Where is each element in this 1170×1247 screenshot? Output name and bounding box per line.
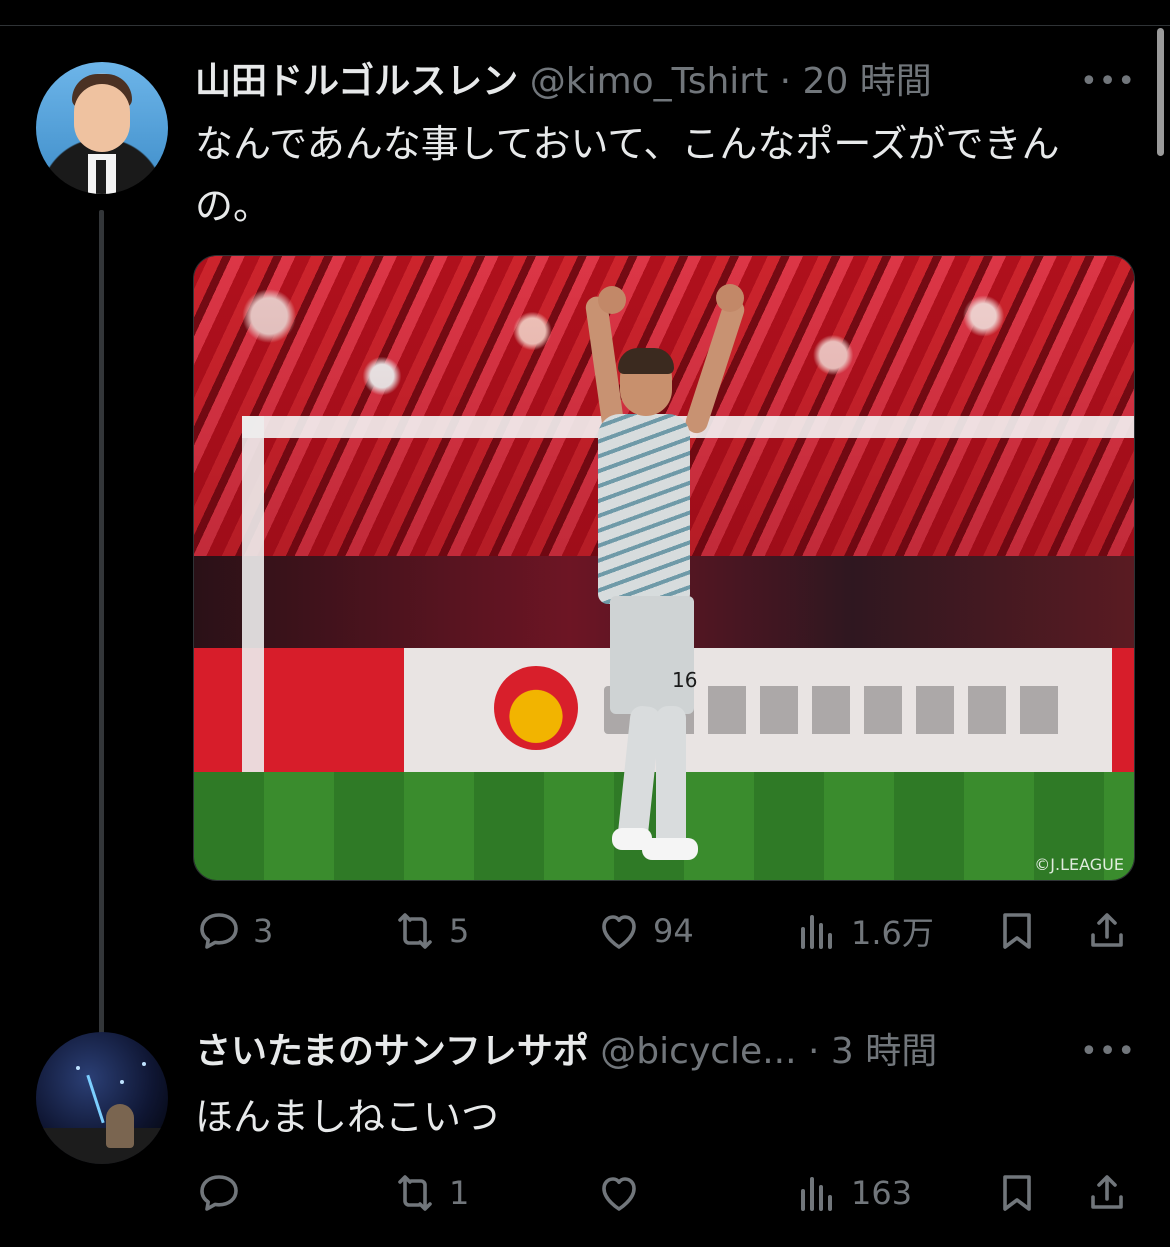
views-count: 1.6万 (851, 914, 934, 952)
avatar[interactable] (36, 62, 168, 194)
photo-goal-post (242, 416, 264, 776)
reply-button[interactable] (195, 1168, 253, 1218)
views-button[interactable]: 163 (793, 1168, 912, 1218)
display-name[interactable]: 山田ドルゴルスレン (195, 61, 518, 102)
player-leg-right (656, 706, 686, 856)
avatar[interactable] (36, 1032, 168, 1164)
tweet-photo[interactable]: 16 ©J.LEAGUE (193, 255, 1135, 881)
more-icon[interactable]: ••• (1080, 1036, 1135, 1068)
more-icon[interactable]: ••• (1080, 66, 1135, 98)
tweet-header: さいたまのサンフレサポ @bicycle... · 3 時間 (195, 1030, 937, 1074)
player-fist-left (598, 286, 626, 314)
bookmark-icon (1003, 1175, 1031, 1211)
timestamp[interactable]: · 3 時間 (808, 1031, 937, 1072)
avatar-person (106, 1104, 134, 1148)
photo-ad-red-left (194, 648, 404, 774)
handle[interactable]: @kimo_Tshirt (530, 61, 768, 102)
avatar-ground (36, 1128, 168, 1164)
player-torso (598, 414, 690, 604)
views-count: 163 (851, 1174, 913, 1212)
retweet-icon (398, 1175, 432, 1211)
reply-button[interactable]: 3 (195, 906, 273, 956)
reply-count: 3 (253, 912, 274, 950)
share-icon (1091, 1175, 1123, 1209)
like-button[interactable] (595, 1168, 653, 1218)
player-shoe-right (642, 838, 698, 860)
display-name[interactable]: さいたまのサンフレサポ (195, 1031, 589, 1072)
like-icon (602, 1177, 636, 1211)
player-fist-right (716, 284, 744, 312)
retweet-count: 1 (449, 1174, 470, 1212)
tweet-text: なんであんな事しておいて、こんなポーズができんの。 (195, 122, 1060, 228)
like-button[interactable]: 94 (595, 906, 694, 956)
views-icon (801, 1177, 832, 1211)
avatar-light (120, 1080, 124, 1084)
views-icon (801, 915, 832, 949)
avatar-light (76, 1066, 80, 1070)
like-count: 94 (653, 912, 694, 950)
photo-ad-logo (494, 666, 578, 750)
photo-watermark: ©J.LEAGUE (1034, 855, 1124, 874)
top-divider (0, 25, 1170, 26)
avatar-tie (96, 160, 106, 194)
thread-line (99, 210, 104, 1070)
reply-icon (200, 1175, 238, 1211)
handle[interactable]: @bicycle... (600, 1031, 796, 1072)
retweet-button[interactable]: 5 (391, 906, 469, 956)
bookmark-button[interactable] (993, 906, 1041, 956)
retweet-button[interactable]: 1 (391, 1168, 469, 1218)
retweet-count: 5 (449, 912, 470, 950)
bookmark-icon (1003, 913, 1031, 949)
action-bar: 1 163 (195, 1168, 1135, 1218)
retweet-icon (398, 913, 432, 949)
bookmark-button[interactable] (993, 1168, 1041, 1218)
like-icon (602, 915, 636, 949)
avatar-light-beam (86, 1074, 105, 1124)
photo-ad-red-right (1112, 648, 1134, 774)
player-shorts (610, 596, 694, 714)
reply-icon (200, 913, 238, 949)
share-button[interactable] (1083, 1168, 1131, 1218)
player-number: 16 (672, 668, 698, 692)
tweet-header: 山田ドルゴルスレン @kimo_Tshirt · 20 時間 (195, 60, 932, 104)
avatar-face (74, 84, 130, 152)
share-icon (1091, 913, 1123, 947)
share-button[interactable] (1083, 906, 1131, 956)
scrollbar[interactable] (1157, 28, 1164, 156)
timestamp[interactable]: · 20 時間 (780, 61, 932, 102)
action-bar: 3 5 94 1.6万 (195, 906, 1135, 956)
player-hair (618, 348, 674, 374)
tweet-text: ほんましねこいつ (195, 1095, 500, 1139)
views-button[interactable]: 1.6万 (793, 906, 934, 956)
avatar-light (142, 1062, 146, 1066)
